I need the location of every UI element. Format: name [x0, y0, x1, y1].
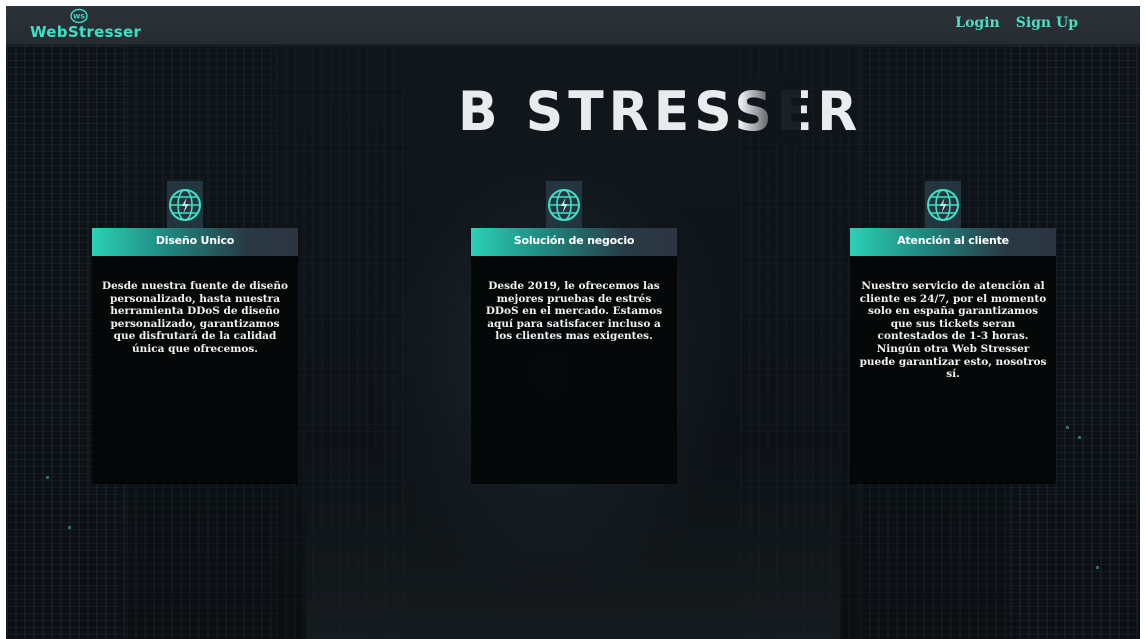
- login-link[interactable]: Login: [955, 15, 999, 31]
- logo-text: WebStresser: [30, 23, 142, 41]
- page-viewport: WS WebStresser Login Sign Up B STRESSER …: [6, 6, 1140, 639]
- top-navbar: WS WebStresser Login Sign Up: [6, 6, 1140, 46]
- feature-title-banner: Atención al cliente: [850, 228, 1056, 256]
- feature-body: Nuestro servicio de atención al cliente …: [850, 256, 1056, 484]
- feature-description: Desde nuestra fuente de diseño personali…: [102, 280, 288, 355]
- feature-body: Desde nuestra fuente de diseño personali…: [92, 256, 298, 484]
- server-led: [1096, 566, 1099, 569]
- site-logo[interactable]: WS WebStresser: [26, 8, 146, 42]
- feature-title: Diseño Unico: [155, 234, 235, 247]
- feature-description: Desde 2019, le ofrecemos las mejores pru…: [485, 280, 663, 343]
- sign-up-link[interactable]: Sign Up: [1016, 15, 1078, 31]
- feature-title: Atención al cliente: [897, 234, 1009, 247]
- svg-text:WS: WS: [73, 13, 85, 21]
- feature-title-banner: Solución de negocio: [471, 228, 677, 256]
- feature-description: Nuestro servicio de atención al cliente …: [859, 280, 1047, 381]
- feature-title-banner: Diseño Unico: [92, 228, 298, 256]
- server-led: [46, 476, 49, 479]
- server-led: [1078, 436, 1081, 439]
- hero-title: B STRESSER: [458, 80, 863, 144]
- globe-bolt-icon: [925, 181, 961, 229]
- server-led: [1066, 426, 1069, 429]
- hero-title-fade: [741, 76, 801, 146]
- globe-bolt-icon: [167, 181, 203, 229]
- auth-nav: Login Sign Up: [955, 15, 1078, 31]
- server-led: [68, 526, 71, 529]
- globe-bolt-icon: [546, 181, 582, 229]
- feature-title: Solución de negocio: [513, 234, 635, 247]
- feature-body: Desde 2019, le ofrecemos las mejores pru…: [471, 256, 677, 484]
- logo-badge-icon: WS: [70, 8, 88, 24]
